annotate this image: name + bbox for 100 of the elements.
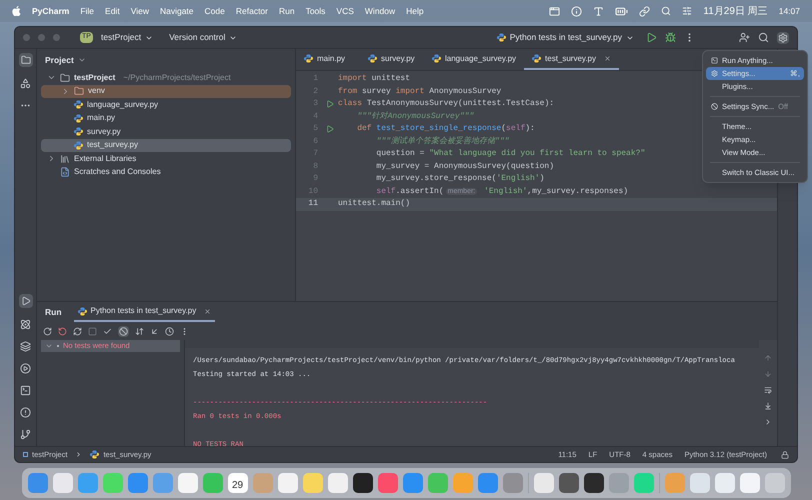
sort-icon[interactable]: [135, 326, 144, 336]
run-configuration-selector[interactable]: Python tests in test_survey.py: [496, 31, 634, 44]
editor-tab[interactable]: language_survey.py: [424, 49, 524, 70]
python-file-icon: [74, 127, 83, 136]
toggle-auto-test-icon[interactable]: [73, 326, 82, 336]
code-text: question = "What language did you first learn to speak?": [375, 148, 646, 160]
sync-off-icon: [710, 103, 718, 110]
run-test-icon[interactable]: [326, 125, 334, 134]
debug-icon[interactable]: [665, 32, 676, 43]
tree-item-label: Scratches and Consoles: [74, 166, 161, 178]
tree-item-label: language_survey.py: [87, 98, 158, 111]
show-passed-icon[interactable]: [103, 326, 112, 336]
python-file-icon: [74, 140, 83, 150]
editor-tab[interactable]: test_survey.py: [524, 49, 619, 70]
chevron-icon[interactable]: [47, 154, 56, 164]
chevron-icon[interactable]: [764, 418, 772, 426]
add-user-icon[interactable]: [739, 32, 750, 43]
python-file-icon: [304, 54, 313, 63]
soft-wrap-icon[interactable]: [764, 386, 772, 394]
lock-icon[interactable]: [781, 450, 789, 458]
chevron-icon[interactable]: [61, 86, 70, 96]
app-name[interactable]: PyCharm: [32, 4, 70, 18]
editor-tab[interactable]: main.py: [296, 49, 360, 70]
run-icon[interactable]: [646, 32, 657, 43]
python-file-icon: [78, 306, 87, 316]
apple-logo-icon[interactable]: [12, 6, 21, 16]
run-tab[interactable]: Python tests in test_survey.py: [74, 302, 216, 322]
rerun-failed-icon[interactable]: [58, 326, 67, 336]
panel-title[interactable]: Project: [45, 54, 74, 66]
dock-app-icon[interactable]: [352, 473, 372, 493]
settings-icon[interactable]: [777, 32, 789, 44]
menu-bar-date[interactable]: 11月29日 周三: [703, 4, 768, 18]
problems-icon[interactable]: [20, 407, 31, 418]
chevron-icon: [75, 451, 82, 458]
menu-title[interactable]: Help: [406, 4, 424, 18]
dock-app-icon[interactable]: [558, 473, 578, 493]
close-icon[interactable]: [204, 308, 212, 314]
code-text: class TestAnonymousSurvey(unittest.TestCase):: [338, 98, 554, 110]
project-path: ~/PycharmProjects/testProject: [123, 72, 231, 84]
project-selector[interactable]: testProject: [100, 31, 154, 44]
git-branch-icon[interactable]: [20, 429, 31, 440]
app-status-icon[interactable]: [549, 6, 560, 16]
menu-title[interactable]: Run: [278, 4, 295, 18]
stop-icon[interactable]: [88, 326, 97, 336]
editor-tab[interactable]: survey.py: [360, 49, 424, 70]
input-source-icon[interactable]: [593, 6, 604, 16]
close-icon[interactable]: [604, 55, 611, 62]
layers-icon[interactable]: [20, 341, 31, 352]
tree-item[interactable]: language_survey.py: [41, 98, 291, 112]
tree-item[interactable]: venv: [41, 84, 291, 98]
tree-item[interactable]: testProject ~/PycharmProjects/testProject: [41, 71, 291, 84]
terminal-icon: [710, 57, 718, 64]
menu-title[interactable]: VCS: [336, 4, 354, 18]
history-icon[interactable]: [165, 326, 174, 336]
services-icon[interactable]: [20, 363, 31, 374]
panel-title: Run: [45, 306, 62, 318]
menu-bar-time[interactable]: 14:07: [778, 4, 800, 18]
arrow-down-icon[interactable]: [764, 370, 772, 378]
tree-item[interactable]: test_survey.py: [41, 138, 291, 152]
run-icon[interactable]: [18, 294, 32, 308]
tree-item[interactable]: survey.py: [41, 125, 291, 138]
control-center-icon[interactable]: [682, 6, 692, 16]
tree-item[interactable]: External Libraries: [41, 152, 291, 166]
structure-icon[interactable]: [20, 78, 31, 89]
scroll-to-end-icon[interactable]: [764, 402, 772, 410]
run-test-icon[interactable]: [326, 100, 334, 108]
code-text: def test_store_single_response(self):: [356, 123, 535, 136]
tree-item-label: main.py: [87, 112, 116, 124]
menu-title[interactable]: Code: [204, 4, 225, 18]
menu-title[interactable]: Navigate: [160, 4, 194, 18]
arrow-up-icon[interactable]: [764, 354, 772, 362]
search-icon[interactable]: [758, 32, 769, 43]
import-tests-icon[interactable]: [150, 326, 159, 336]
code-text: import unittest: [338, 73, 410, 86]
code-text: from survey import AnonymousSurvey: [338, 86, 502, 98]
chevron-icon[interactable]: [78, 56, 86, 64]
menu-title[interactable]: File: [80, 4, 94, 18]
info-icon[interactable]: [571, 6, 582, 16]
python-file-icon: [432, 54, 441, 63]
code-text: my_survey.store_response('English'): [375, 173, 544, 186]
menu-title[interactable]: Refactor: [236, 4, 268, 18]
calendar-day: 29: [232, 479, 244, 493]
version-control-selector[interactable]: Version control: [169, 31, 238, 44]
tree-item[interactable]: main.py: [41, 112, 291, 125]
rerun-icon[interactable]: [43, 326, 52, 336]
dock-app-icon[interactable]: [584, 473, 604, 493]
show-ignored-icon[interactable]: [118, 326, 129, 336]
terminal-icon[interactable]: [20, 385, 31, 396]
chevron-icon[interactable]: [45, 342, 53, 350]
python-console-icon[interactable]: [20, 319, 31, 330]
menu-title[interactable]: Edit: [105, 4, 120, 18]
menu-title[interactable]: Window: [364, 4, 396, 18]
tree-item[interactable]: Scratches and Consoles: [41, 166, 291, 179]
menu-title[interactable]: View: [130, 4, 149, 18]
menu-title[interactable]: Tools: [306, 4, 326, 18]
battery-icon: [615, 4, 628, 18]
code-text: my_survey = AnonymousSurvey(question): [375, 160, 554, 173]
calendar-app-icon[interactable]: 29: [228, 473, 248, 493]
python-file-icon: [90, 450, 100, 459]
link-icon[interactable]: [639, 6, 650, 16]
